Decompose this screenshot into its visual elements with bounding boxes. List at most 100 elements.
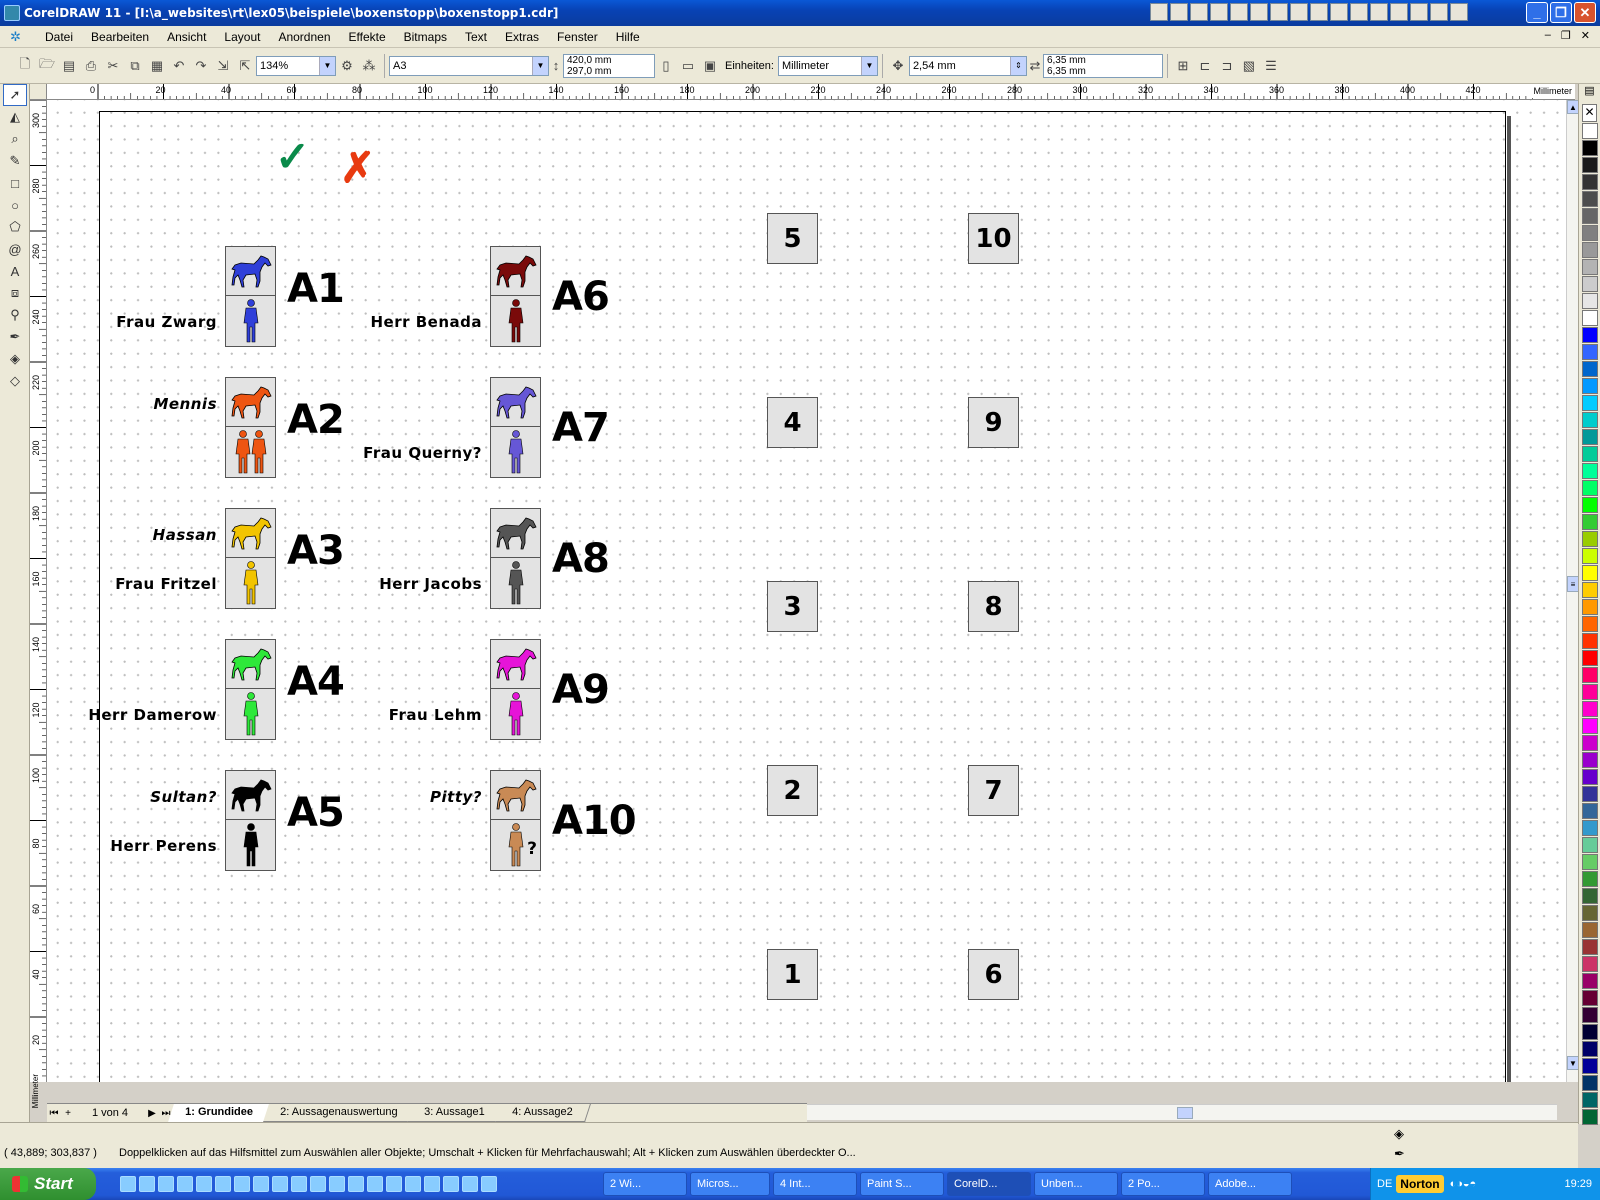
quicklaunch-icon[interactable] [215,1176,231,1192]
new-icon[interactable]: 🗋 [15,56,35,76]
chevron-down-icon[interactable]: ▼ [319,56,335,75]
slot-card-a5[interactable] [225,770,276,871]
shortcut-icon[interactable] [1310,3,1328,21]
color-swatch[interactable] [1582,412,1598,428]
color-swatch[interactable] [1582,888,1598,904]
shortcut-icon[interactable] [1190,3,1208,21]
quicklaunch-icon[interactable] [158,1176,174,1192]
quicklaunch-icon[interactable] [139,1176,155,1192]
duplicate-distance[interactable]: 6,35 mm 6,35 mm [1042,53,1163,78]
tray-icons[interactable]: ◐◑◒◓ [1450,1178,1477,1190]
vertical-scrollbar[interactable]: ▲ ≡ ▼ [1566,100,1579,1082]
color-swatch[interactable] [1582,956,1598,972]
copy-icon[interactable]: ⧉ [125,56,145,76]
color-swatch[interactable] [1582,208,1598,224]
cross-mark-icon[interactable]: ✗ [340,147,375,189]
color-swatch[interactable] [1582,820,1598,836]
numbered-box[interactable]: 9 [968,397,1019,448]
undo-icon[interactable]: ↶ [169,56,189,76]
slot-card-a7[interactable] [490,377,541,478]
color-swatch[interactable] [1582,871,1598,887]
checkmark-icon[interactable]: ✓ [275,136,310,178]
color-swatch[interactable] [1582,905,1598,921]
numbered-box[interactable]: 3 [767,581,818,632]
numbered-box[interactable]: 10 [968,213,1019,264]
menu-extras[interactable]: Extras [496,30,548,44]
quicklaunch-icon[interactable] [310,1176,326,1192]
start-button[interactable]: Start [0,1168,96,1200]
ellipse-tool-icon[interactable]: ○ [3,194,27,216]
color-swatch[interactable] [1582,344,1598,360]
color-swatch[interactable] [1582,429,1598,445]
color-swatch[interactable] [1582,667,1598,683]
color-swatch[interactable] [1582,1109,1598,1125]
quicklaunch-icon[interactable] [329,1176,345,1192]
shortcut-icon[interactable] [1410,3,1428,21]
shape-tool-icon[interactable]: ◭ [3,106,27,128]
quicklaunch-icon[interactable] [443,1176,459,1192]
shortcut-icon[interactable] [1330,3,1348,21]
page-tab-aussagenauswertung[interactable]: 2: Aussagenauswertung [262,1104,416,1122]
no-color-icon[interactable]: ✕ [1582,104,1597,122]
next-page-icon[interactable]: ▶ [145,1108,159,1119]
spiral-tool-icon[interactable]: @ [3,238,27,260]
horizontal-scroll-thumb[interactable] [1177,1107,1193,1119]
quicklaunch-icon[interactable] [234,1176,250,1192]
numbered-box[interactable]: 4 [767,397,818,448]
shortcut-icon[interactable] [1350,3,1368,21]
color-swatch[interactable] [1582,395,1598,411]
taskbar-item[interactable]: 2 Po... [1121,1172,1205,1196]
color-swatch[interactable] [1582,735,1598,751]
fill-indicator-icon[interactable]: ◈ [1394,1126,1404,1142]
paper-type-combo[interactable]: A3 ▼ [389,55,549,76]
color-swatch[interactable] [1582,752,1598,768]
color-swatch[interactable] [1582,191,1598,207]
app-launcher-icon[interactable]: ⚙ [337,56,357,76]
color-swatch[interactable] [1582,786,1598,802]
quicklaunch-icon[interactable] [424,1176,440,1192]
paste-icon[interactable]: ▦ [147,56,167,76]
taskbar-item[interactable]: Unben... [1034,1172,1118,1196]
color-swatch[interactable] [1582,599,1598,615]
eyedropper-tool-icon[interactable]: ⚲ [3,304,27,326]
shortcut-icon[interactable] [1210,3,1228,21]
coreldraw-app-icon[interactable] [4,5,20,21]
color-swatch[interactable] [1582,531,1598,547]
menu-bitmaps[interactable]: Bitmaps [395,30,456,44]
cut-icon[interactable]: ✂ [103,56,123,76]
slot-card-a9[interactable] [490,639,541,740]
print-icon[interactable]: ⎙ [81,56,101,76]
snap-guides-icon[interactable]: ⊏ [1195,56,1215,76]
shortcut-icon[interactable] [1290,3,1308,21]
color-swatch[interactable] [1582,310,1598,326]
color-swatch[interactable] [1582,769,1598,785]
page-layout-icon[interactable]: ▣ [700,56,720,76]
color-swatch[interactable] [1582,616,1598,632]
quicklaunch-icon[interactable] [253,1176,269,1192]
shortcut-icon[interactable] [1450,3,1468,21]
quicklaunch-icon[interactable] [272,1176,288,1192]
polygon-tool-icon[interactable]: ⬠ [3,216,27,238]
slot-card-a8[interactable] [490,508,541,609]
shortcut-icon[interactable] [1430,3,1448,21]
color-swatch[interactable] [1582,1041,1598,1057]
menu-hilfe[interactable]: Hilfe [607,30,649,44]
shortcut-icon[interactable] [1250,3,1268,21]
color-swatch[interactable] [1582,242,1598,258]
slot-card-a2[interactable] [225,377,276,478]
spinner-icon[interactable]: ⇕ [1009,56,1026,75]
first-page-icon[interactable]: ⏮ [47,1108,61,1119]
landscape-icon[interactable]: ▭ [678,56,698,76]
quicklaunch-icon[interactable] [462,1176,478,1192]
color-swatch[interactable] [1582,1092,1598,1108]
doc-minimize-button[interactable]: – [1545,29,1551,42]
quicklaunch-icon[interactable] [196,1176,212,1192]
document-icon[interactable]: ✲ [10,29,24,44]
color-swatch[interactable] [1582,480,1598,496]
color-swatch[interactable] [1582,378,1598,394]
snap-objects-icon[interactable]: ⊐ [1217,56,1237,76]
redo-icon[interactable]: ↷ [191,56,211,76]
color-swatch[interactable] [1582,1007,1598,1023]
taskbar-item[interactable]: 2 Wi... [603,1172,687,1196]
color-swatch[interactable] [1582,701,1598,717]
